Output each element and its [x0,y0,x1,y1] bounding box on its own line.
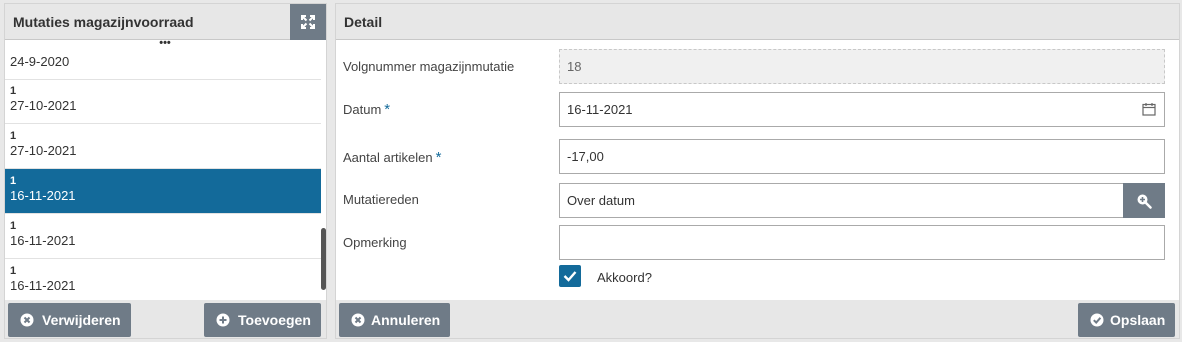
required-marker: * [435,149,442,166]
detail-panel: Detail Volgnummer magazijnmutatie 18 Dat… [335,3,1180,339]
list-item[interactable]: 1 27-10-2021 [5,79,321,124]
volgnummer-value: 18 [567,59,582,74]
list-item-date: 27-10-2021 [10,98,77,113]
save-button-label: Opslaan [1110,312,1166,328]
save-button[interactable]: Opslaan [1078,303,1176,337]
volgnummer-field: 18 [559,49,1165,84]
more-indicator[interactable]: ••• [155,38,175,50]
add-button-label: Toevoegen [238,312,311,328]
akkoord-label: Akkoord? [597,270,652,285]
list-item-number: 1 [10,265,17,277]
cancel-button-label: Annuleren [371,312,441,328]
list-item[interactable]: 24-9-2020 [5,50,321,80]
required-marker: * [384,101,391,118]
datum-field[interactable]: 16-11-2021 [559,92,1165,127]
mutatiereden-lookup-button[interactable] [1123,183,1165,218]
detail-panel-header: Detail [336,4,1179,40]
mutatiereden-field[interactable]: Over datum [559,183,1124,218]
cancel-button[interactable]: Annuleren [339,303,451,337]
zoom-icon [1137,194,1152,209]
list-item-selected[interactable]: 1 16-11-2021 [5,169,321,214]
calendar-icon[interactable] [1142,102,1156,116]
list-item[interactable]: 1 16-11-2021 [5,214,321,259]
times-circle-icon [351,313,365,327]
list-item-number: 1 [10,130,17,142]
list-item-number: 1 [10,175,17,187]
delete-button[interactable]: Verwijderen [8,303,131,337]
check-icon [563,271,577,282]
mutatiereden-label: Mutatiereden [343,192,419,207]
aantal-label-text: Aantal artikelen [343,150,433,165]
aantal-field[interactable]: -17,00 [559,139,1165,174]
akkoord-checkbox[interactable] [559,265,581,287]
opmerking-label: Opmerking [343,235,407,250]
datum-value: 16-11-2021 [567,102,633,117]
list-item-date: 24-9-2020 [10,54,70,69]
detail-panel-title: Detail [344,14,383,30]
mutation-list: 24-9-2020 1 27-10-2021 1 27-10-2021 1 16… [5,50,321,300]
list-scrollbar[interactable] [321,228,326,290]
list-item-number: 1 [10,85,17,97]
list-item-number: 1 [10,220,17,232]
mutatiereden-value: Over datum [567,193,635,208]
expand-button[interactable] [290,4,326,40]
aantal-label: Aantal artikelen * [343,149,441,166]
list-item[interactable]: 1 16-11-2021 [5,259,321,300]
datum-label-text: Datum [343,102,382,117]
list-panel-footer: Verwijderen Toevoegen [5,300,326,338]
volgnummer-label: Volgnummer magazijnmutatie [343,59,515,74]
aantal-value: -17,00 [567,149,604,164]
expand-icon [301,15,315,29]
check-circle-icon [1090,313,1104,327]
list-item-date: 27-10-2021 [10,143,77,158]
add-button[interactable]: Toevoegen [204,303,321,337]
list-item-date: 16-11-2021 [10,233,76,248]
datum-label: Datum * [343,101,390,118]
list-item-date: 16-11-2021 [10,188,76,203]
list-item-date: 16-11-2021 [10,278,76,293]
opmerking-field[interactable] [559,225,1165,260]
list-panel-title: Mutaties magazijnvoorraad [13,14,194,30]
list-panel-header: Mutaties magazijnvoorraad [5,4,326,40]
mutations-list-panel: Mutaties magazijnvoorraad ••• 24-9-2020 … [4,3,327,339]
detail-panel-footer: Annuleren Opslaan [336,300,1179,338]
plus-circle-icon [216,313,230,327]
list-item[interactable]: 1 27-10-2021 [5,124,321,169]
delete-button-label: Verwijderen [42,312,121,328]
times-circle-icon [20,313,34,327]
